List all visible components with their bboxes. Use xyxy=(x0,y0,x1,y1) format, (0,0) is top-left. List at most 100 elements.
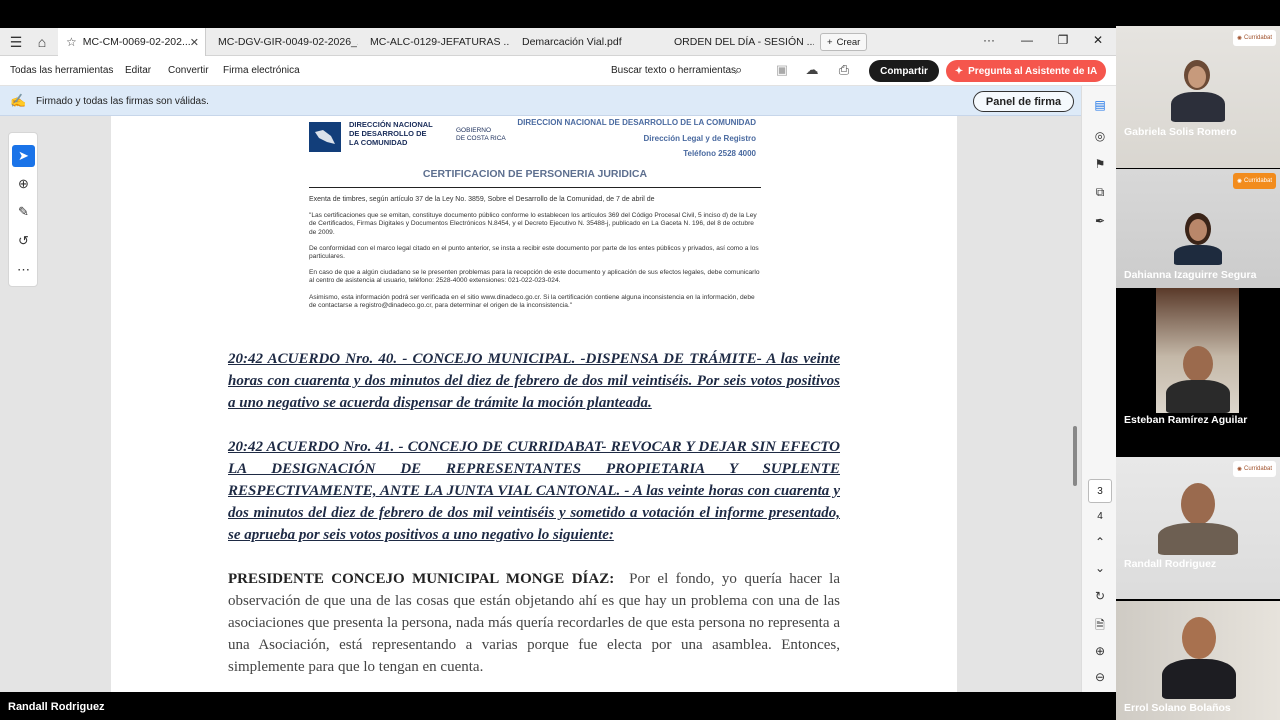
header-right-1: DIRECCION NACIONAL DE DESARROLLO DE LA C… xyxy=(517,118,756,127)
current-page-field[interactable]: 3 xyxy=(1088,479,1112,503)
file-info-icon[interactable]: 🗎 xyxy=(1090,616,1110,634)
signature-valid-icon: ✍ xyxy=(10,93,27,108)
brand-label: Curridabat xyxy=(1243,466,1272,472)
print-icon[interactable]: ⎙ xyxy=(835,62,853,78)
pages-icon[interactable]: ⧉ xyxy=(1090,185,1110,203)
cert-paragraph-2: "Las certificaciones que se emitan, cons… xyxy=(309,212,757,236)
tab-label: Demarcación Vial.pdf xyxy=(522,36,622,48)
gov-line-2: DE COSTA RICA xyxy=(456,135,506,142)
participant-tile[interactable]: ✺ Curridabat Gabriela Solis Romero xyxy=(1116,26,1280,168)
quick-tools-toolbar: ➤ ⊕ ✎ ↺ ⋯ xyxy=(8,132,38,287)
highlight-pen-icon[interactable]: ✎ xyxy=(12,201,35,223)
participant-face xyxy=(1189,219,1207,241)
search-tools-label[interactable]: Buscar texto o herramientas xyxy=(611,65,736,76)
acrobat-window: ☰ ⌂ ☆ MC-CM-0069-02-202... ✕ MC-DGV-GIR-… xyxy=(0,28,1116,692)
certificate-rule xyxy=(309,187,761,188)
add-comment-icon[interactable]: ⊕ xyxy=(12,173,35,195)
signature-status-bar: ✍ Firmado y todas las firmas son válidas… xyxy=(0,86,1081,116)
certificate-title: CERTIFICACION DE PERSONERIA JURIDICA xyxy=(422,168,648,180)
pdf-page: DIRECCIÓN NACIONAL DE DESARROLLO DE LA C… xyxy=(111,116,957,692)
participant-tile[interactable]: ✺ Curridabat Randall Rodriguez xyxy=(1116,457,1280,599)
close-window-icon[interactable]: ✕ xyxy=(1088,33,1108,47)
tab-document-1[interactable]: ☆ MC-CM-0069-02-202... ✕ xyxy=(58,28,206,56)
participant-face xyxy=(1181,483,1215,525)
participant-name: Randall Rodriguez xyxy=(1124,558,1217,570)
chevron-up-icon[interactable]: ⌃ xyxy=(1090,535,1110,553)
curridabat-brand-logo: ✺ Curridabat xyxy=(1232,173,1276,189)
rotate-icon[interactable]: ↻ xyxy=(1090,589,1110,607)
participant-tile[interactable]: Errol Solano Bolaños xyxy=(1116,601,1280,720)
ai-summary-icon[interactable]: ▤ xyxy=(1090,98,1110,116)
org-line-1: DIRECCIÓN NACIONAL xyxy=(349,120,433,129)
participant-face xyxy=(1182,617,1216,659)
ai-assistant-label: Pregunta al Asistente de IA xyxy=(968,65,1098,77)
restore-icon[interactable]: ❐ xyxy=(1053,33,1073,47)
screen: ☰ ⌂ ☆ MC-CM-0069-02-202... ✕ MC-DGV-GIR-… xyxy=(0,0,1280,720)
zoom-out-icon[interactable]: ⊖ xyxy=(1090,670,1110,688)
share-button[interactable]: Compartir xyxy=(869,60,939,82)
tab-document-5[interactable]: ORDEN DEL DÍA - SESIÓN ... xyxy=(666,28,814,56)
zoom-in-icon[interactable]: ⊕ xyxy=(1090,644,1110,662)
total-pages: 4 xyxy=(1097,511,1103,522)
tab-document-4[interactable]: Demarcación Vial.pdf xyxy=(514,28,662,56)
sign-icon[interactable]: ✒ xyxy=(1090,214,1110,232)
tab-label: MC-ALC-0129-JEFATURAS ... xyxy=(370,36,510,48)
header-right-3: Teléfono 2528 4000 xyxy=(683,149,756,158)
org-line-2: DE DESARROLLO DE xyxy=(349,129,427,138)
menu-convert[interactable]: Convertir xyxy=(168,65,209,76)
tab-document-2[interactable]: MC-DGV-GIR-0049-02-2026_... xyxy=(210,28,358,56)
participant-name: Dahianna Izaguirre Segura xyxy=(1124,269,1257,281)
brand-label: Curridabat xyxy=(1243,178,1272,184)
ai-assistant-button[interactable]: ✦ Pregunta al Asistente de IA xyxy=(946,60,1106,82)
search-icon[interactable]: ⌕ xyxy=(735,62,742,78)
acuerdo-40-paragraph: 20:42 ACUERDO Nro. 40. - CONCEJO MUNICIP… xyxy=(228,351,840,411)
cert-paragraph-3: De conformidad con el marco legal citado… xyxy=(309,245,759,261)
signature-panel-button[interactable]: Panel de firma xyxy=(973,91,1074,112)
org-line-3: LA COMUNIDAD xyxy=(349,138,408,147)
document-viewer: ➤ ⊕ ✎ ↺ ⋯ DIRECCIÓN NACIONAL DE DESARROL… xyxy=(0,116,1081,692)
star-icon[interactable]: ☆ xyxy=(66,35,77,49)
new-tab-label: Crear xyxy=(836,36,861,48)
hamburger-menu-icon[interactable]: ☰ xyxy=(6,32,26,52)
costa-rica-map-icon xyxy=(315,130,335,144)
tab-bar: ☰ ⌂ ☆ MC-CM-0069-02-202... ✕ MC-DGV-GIR-… xyxy=(0,28,1116,56)
tab-document-3[interactable]: MC-ALC-0129-JEFATURAS ... xyxy=(362,28,510,56)
menu-e-signature[interactable]: Firma electrónica xyxy=(223,65,300,76)
participant-body xyxy=(1162,659,1236,699)
cert-paragraph-5: Asimismo, esta información podrá ser ver… xyxy=(309,294,755,310)
ai-assistant-icon: ✦ xyxy=(954,65,964,77)
comment-icon[interactable]: ◎ xyxy=(1090,129,1110,147)
curridabat-brand-logo: ✺ Curridabat xyxy=(1232,30,1276,46)
menu-all-tools[interactable]: Todas las herramientas xyxy=(10,65,113,76)
draw-lasso-icon[interactable]: ↺ xyxy=(12,230,35,252)
cert-paragraph-1: Exenta de timbres, según artículo 37 de … xyxy=(309,196,655,203)
participant-body xyxy=(1166,380,1230,413)
brand-label: Curridabat xyxy=(1243,35,1272,41)
speaker-paragraph: PRESIDENTE CONCEJO MUNICIPAL MONGE DÍAZ:… xyxy=(228,568,840,678)
more-tools-icon[interactable]: ⋯ xyxy=(12,259,35,281)
bookmark-icon[interactable]: ⚑ xyxy=(1090,157,1110,175)
cloud-upload-icon[interactable]: ☁ xyxy=(803,62,821,78)
embedded-certificate: DIRECCIÓN NACIONAL DE DESARROLLO DE LA C… xyxy=(309,116,761,316)
participant-tile[interactable]: Esteban Ramírez Aguilar xyxy=(1116,288,1280,430)
participant-body xyxy=(1158,523,1238,555)
minimize-icon[interactable]: — xyxy=(1017,33,1037,47)
new-tab-button[interactable]: + Crear xyxy=(820,33,868,51)
gov-line-1: GOBIERNO xyxy=(456,127,492,134)
tab-label: MC-CM-0069-02-202... xyxy=(82,36,191,48)
government-block: GOBIERNO DE COSTA RICA xyxy=(456,127,516,143)
save-icon[interactable]: ▣ xyxy=(773,62,791,78)
participant-body xyxy=(1171,92,1225,122)
close-tab-icon[interactable]: ✕ xyxy=(190,36,199,49)
participant-name: Esteban Ramírez Aguilar xyxy=(1124,414,1248,426)
participant-name: Errol Solano Bolaños xyxy=(1124,702,1231,714)
menu-bar: Todas las herramientas Editar Convertir … xyxy=(0,56,1116,86)
plus-icon: + xyxy=(827,36,833,48)
org-name-block: DIRECCIÓN NACIONAL DE DESARROLLO DE LA C… xyxy=(349,120,449,147)
home-icon[interactable]: ⌂ xyxy=(32,32,52,52)
menu-edit[interactable]: Editar xyxy=(125,65,151,76)
select-cursor-icon[interactable]: ➤ xyxy=(12,145,35,167)
more-options-icon[interactable]: ··· xyxy=(979,33,999,47)
vertical-scrollbar[interactable] xyxy=(1073,426,1077,486)
chevron-down-icon[interactable]: ⌄ xyxy=(1090,561,1110,579)
